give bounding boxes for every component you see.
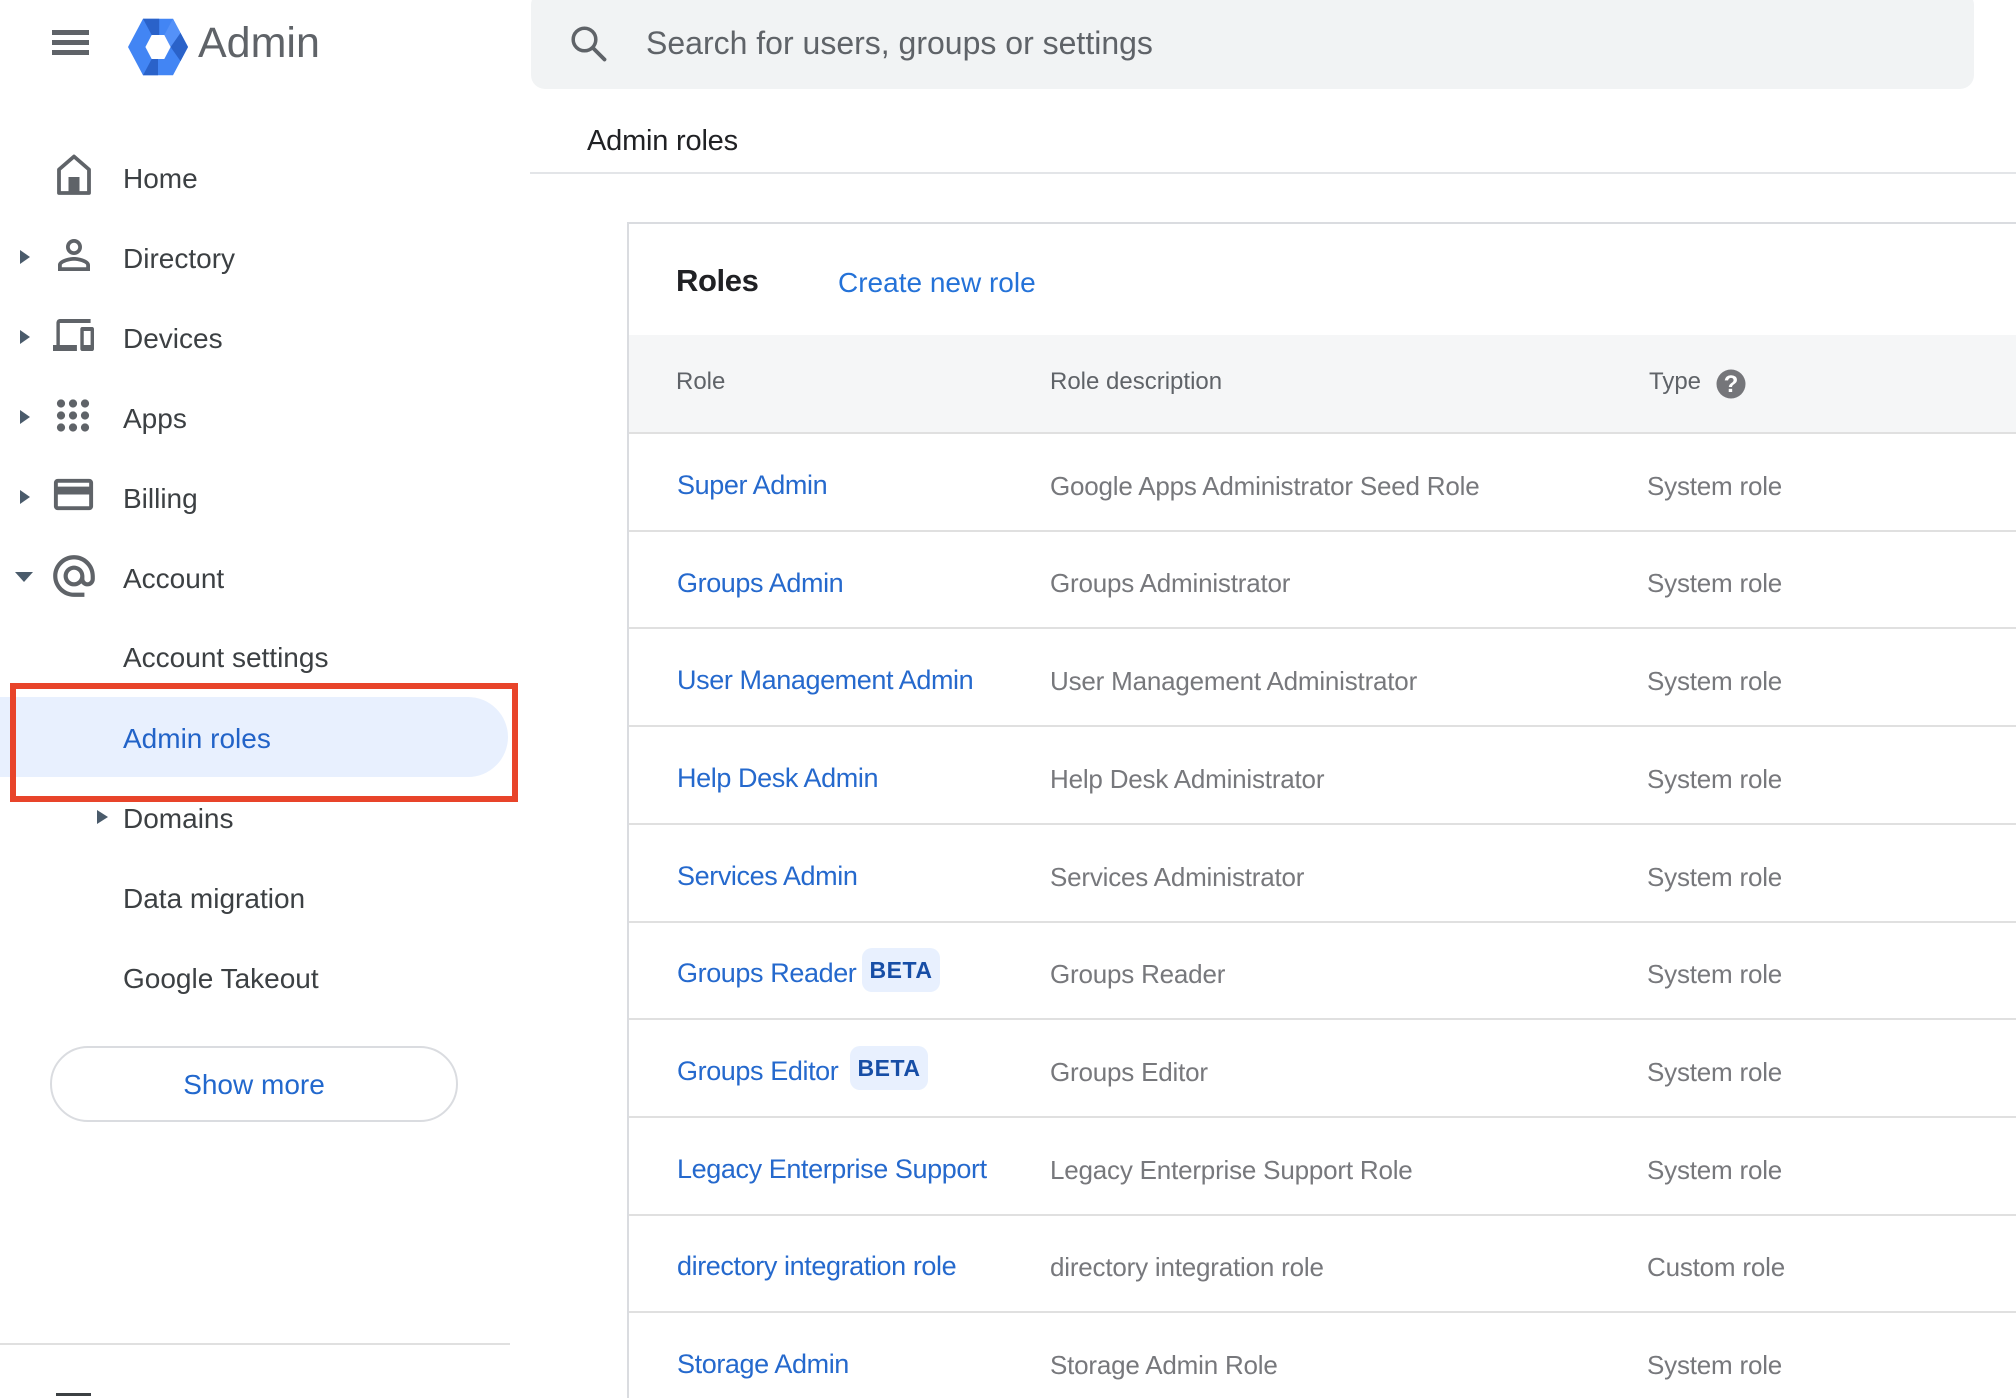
svg-text:?: ? [1724,371,1739,398]
